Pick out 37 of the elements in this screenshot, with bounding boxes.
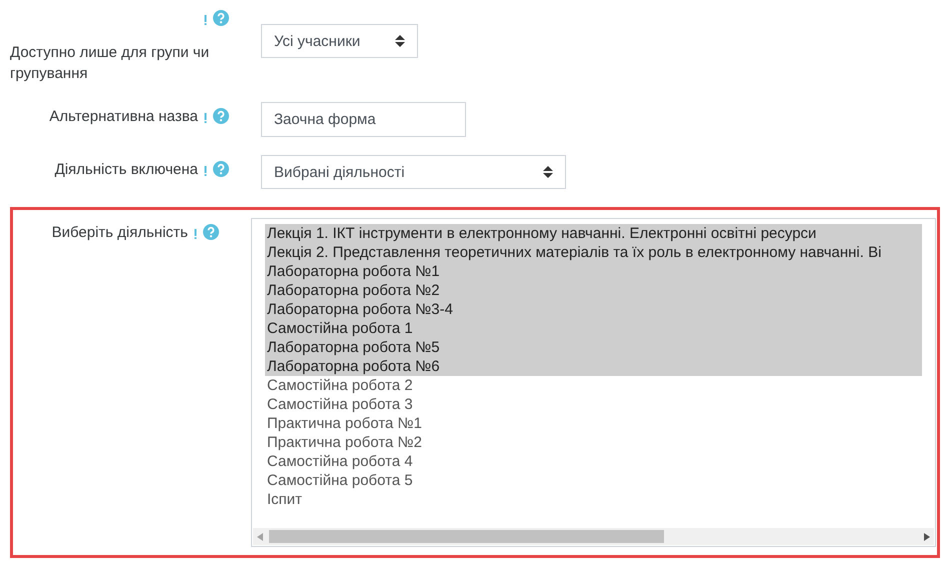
help-icon[interactable] — [213, 161, 229, 177]
list-option[interactable]: Самостійна робота 3 — [265, 395, 922, 414]
scroll-thumb[interactable] — [269, 530, 664, 543]
select-dropdown[interactable]: Вибрані діяльності — [261, 155, 566, 189]
list-option[interactable]: Лабораторна робота №5 — [265, 338, 922, 357]
list-option[interactable]: Лекція 1. ІКТ інструменти в електронному навчанні. Електронні освітні ресурси — [265, 224, 922, 243]
list-option[interactable]: Лекція 2. Представлення теоретичних матеріалів та їх роль в електронному навчанні. Ві — [265, 243, 922, 262]
list-option[interactable]: Самостійна робота 1 — [265, 319, 922, 338]
help-icon[interactable] — [203, 224, 219, 240]
scroll-right-icon[interactable] — [924, 532, 930, 540]
list-option[interactable]: Лабораторна робота №6 — [265, 357, 922, 376]
list-option[interactable]: Практична робота №2 — [265, 433, 922, 452]
list-option[interactable]: Лабораторна робота №3-4 — [265, 300, 922, 319]
select-dropdown[interactable]: Усі учасники — [261, 24, 418, 58]
required-icon — [204, 113, 207, 123]
required-icon — [204, 166, 207, 176]
help-icon[interactable] — [213, 10, 229, 26]
horizontal-scrollbar[interactable] — [253, 528, 934, 545]
sort-caret-icon — [395, 35, 405, 47]
list-option[interactable]: Самостійна робота 5 — [265, 471, 922, 490]
field-label: Доступно лише для групи чи групування — [10, 43, 210, 84]
list-option[interactable]: Самостійна робота 4 — [265, 452, 922, 471]
required-icon — [204, 15, 207, 25]
list-option[interactable]: Самостійна робота 2 — [265, 376, 922, 395]
help-icon[interactable] — [213, 108, 229, 124]
scroll-left-icon[interactable] — [257, 532, 263, 540]
sort-caret-icon — [543, 166, 553, 178]
text-input[interactable]: Заочна форма — [261, 102, 466, 137]
list-option[interactable]: Іспит — [265, 490, 922, 509]
multi-select-list[interactable] — [251, 218, 936, 547]
field-label: Альтернативна назва — [49, 107, 198, 127]
required-icon — [194, 229, 197, 239]
list-option[interactable]: Лабораторна робота №1 — [265, 262, 922, 281]
field-label: Діяльність включена — [54, 160, 198, 180]
list-option[interactable]: Лабораторна робота №2 — [265, 281, 922, 300]
list-option[interactable]: Практична робота №1 — [265, 414, 922, 433]
field-label: Виберіть діяльність — [52, 223, 188, 243]
